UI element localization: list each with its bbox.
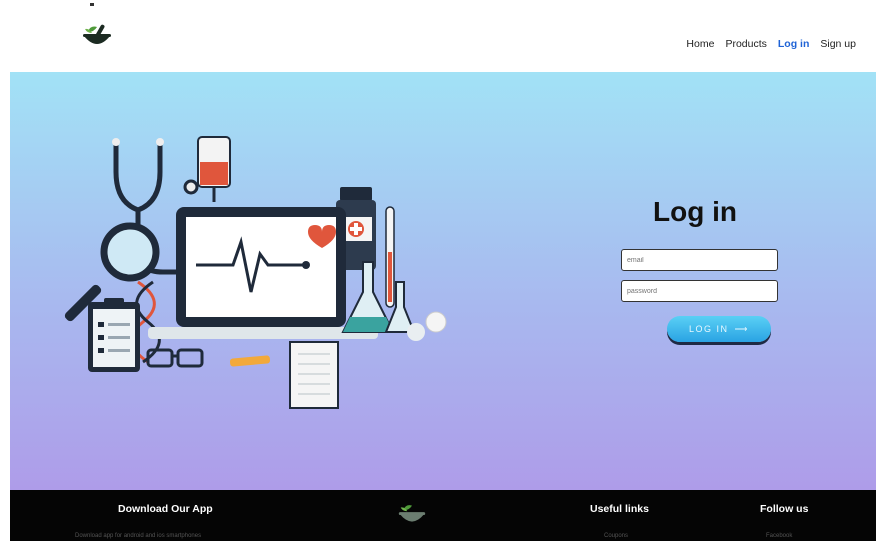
footer-download-title: Download Our App <box>118 503 213 515</box>
hero-section: Log in LOG IN ⟶ <box>10 72 876 490</box>
stethoscope-icon <box>113 142 163 213</box>
footer-download-text: Download app for android and ios smartph… <box>75 533 202 539</box>
top-mark <box>90 3 94 6</box>
main-nav: Home Products Log in Sign up <box>686 38 856 50</box>
mortar-pestle-logo-icon[interactable] <box>80 22 114 52</box>
email-field[interactable] <box>621 249 778 271</box>
iv-bag-icon <box>197 136 231 202</box>
footer: Download Our App Download app for androi… <box>10 490 876 541</box>
medical-illustration-icon <box>64 136 447 409</box>
footer-follow-title: Follow us <box>760 503 809 515</box>
footer-link-coupons[interactable]: Coupons <box>604 533 628 539</box>
arrow-right-icon: ⟶ <box>734 323 749 334</box>
login-button-label: LOG IN <box>689 324 729 334</box>
nav-signup[interactable]: Sign up <box>820 38 856 50</box>
login-title: Log in <box>653 196 737 227</box>
footer-links-title: Useful links <box>590 503 649 515</box>
nav-home[interactable]: Home <box>686 38 714 50</box>
footer-link-facebook[interactable]: Facebook <box>766 533 792 539</box>
login-button[interactable]: LOG IN ⟶ <box>667 316 771 342</box>
laptop-icon <box>148 207 378 339</box>
nav-login[interactable]: Log in <box>778 38 810 50</box>
header: Home Products Log in Sign up <box>10 12 876 72</box>
footer-logo-icon <box>398 505 426 522</box>
password-field[interactable] <box>621 280 778 302</box>
nav-products[interactable]: Products <box>725 38 766 50</box>
notepad-icon <box>289 341 339 409</box>
clipboard-icon <box>88 298 140 372</box>
